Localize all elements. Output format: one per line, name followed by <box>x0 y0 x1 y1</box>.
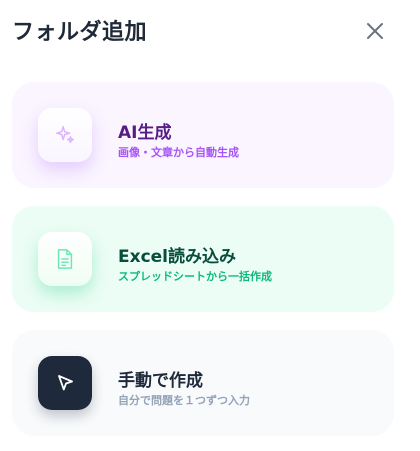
option-title: 手動で作成 <box>118 371 203 391</box>
cursor-icon <box>58 375 73 391</box>
option-excel-import[interactable]: Excel読み込み スプレッドシートから一括作成 <box>12 206 394 312</box>
close-icon <box>367 23 383 39</box>
dialog-title: フォルダ追加 <box>12 20 148 45</box>
option-subtitle: 自分で問題を１つずつ入力 <box>118 394 250 407</box>
manual-icon-tile <box>38 356 92 410</box>
option-manual-create[interactable]: 手動で作成 自分で問題を１つずつ入力 <box>12 330 394 436</box>
excel-icon-tile <box>38 232 92 286</box>
sparkles-icon <box>56 126 74 144</box>
option-title: Excel読み込み <box>118 247 237 267</box>
close-button[interactable] <box>362 18 388 44</box>
file-icon <box>57 249 73 269</box>
option-subtitle: 画像・文章から自動生成 <box>118 146 239 159</box>
option-title: AI生成 <box>118 123 172 143</box>
option-ai-generate[interactable]: AI生成 画像・文章から自動生成 <box>12 82 394 188</box>
option-subtitle: スプレッドシートから一括作成 <box>118 270 272 283</box>
ai-icon-tile <box>38 108 92 162</box>
